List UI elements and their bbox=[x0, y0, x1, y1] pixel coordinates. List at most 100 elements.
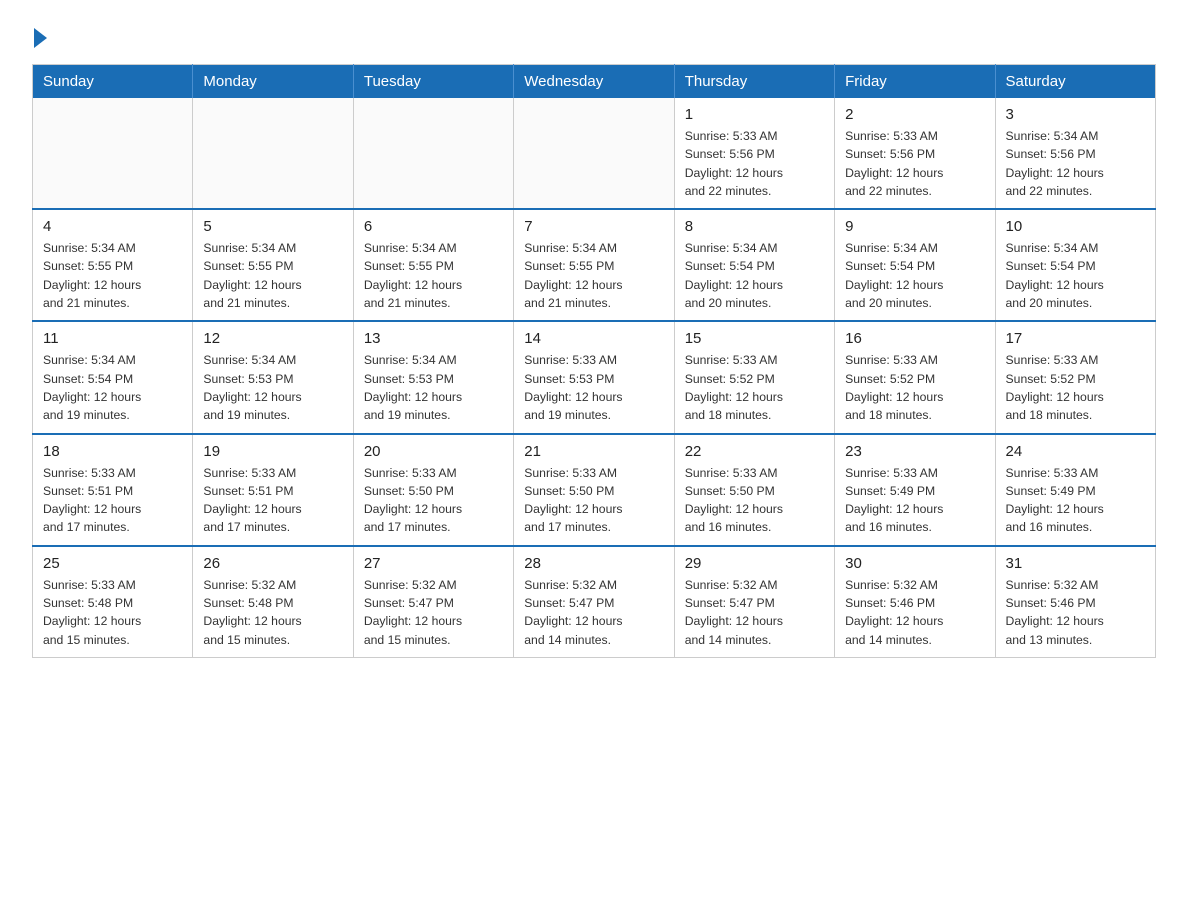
day-info: Sunrise: 5:33 AMSunset: 5:53 PMDaylight:… bbox=[524, 351, 663, 424]
day-info: Sunrise: 5:33 AMSunset: 5:56 PMDaylight:… bbox=[845, 127, 984, 200]
weekday-header-saturday: Saturday bbox=[995, 65, 1155, 99]
calendar-cell bbox=[193, 98, 353, 209]
weekday-header-thursday: Thursday bbox=[674, 65, 834, 99]
calendar-cell: 13 Sunrise: 5:34 AMSunset: 5:53 PMDayligh… bbox=[353, 321, 513, 433]
day-info: Sunrise: 5:34 AMSunset: 5:55 PMDaylight:… bbox=[364, 239, 503, 312]
weekday-header-tuesday: Tuesday bbox=[353, 65, 513, 99]
calendar-cell: 26 Sunrise: 5:32 AMSunset: 5:48 PMDayligh… bbox=[193, 546, 353, 658]
calendar-cell: 9 Sunrise: 5:34 AMSunset: 5:54 PMDaylight… bbox=[835, 209, 995, 321]
calendar-week-row: 18Sunrise: 5:33 AMSunset: 5:51 PMDayligh… bbox=[33, 434, 1156, 546]
calendar-cell: 30 Sunrise: 5:32 AMSunset: 5:46 PMDayligh… bbox=[835, 546, 995, 658]
calendar-cell: 7 Sunrise: 5:34 AMSunset: 5:55 PMDaylight… bbox=[514, 209, 674, 321]
day-number: 16 bbox=[845, 330, 984, 347]
calendar-cell: 22 Sunrise: 5:33 AMSunset: 5:50 PMDayligh… bbox=[674, 434, 834, 546]
calendar-cell bbox=[33, 98, 193, 209]
day-number: 23 bbox=[845, 443, 984, 460]
calendar-table: SundayMondayTuesdayWednesdayThursdayFrid… bbox=[32, 64, 1156, 658]
day-number: 1 bbox=[685, 106, 824, 123]
calendar-week-row: 25 Sunrise: 5:33 AMSunset: 5:48 PMDayligh… bbox=[33, 546, 1156, 658]
calendar-cell: 15 Sunrise: 5:33 AMSunset: 5:52 PMDayligh… bbox=[674, 321, 834, 433]
day-number: 4 bbox=[43, 218, 182, 235]
day-number: 20 bbox=[364, 443, 503, 460]
calendar-cell: 8 Sunrise: 5:34 AMSunset: 5:54 PMDaylight… bbox=[674, 209, 834, 321]
calendar-cell bbox=[514, 98, 674, 209]
day-number: 2 bbox=[845, 106, 984, 123]
calendar-cell bbox=[353, 98, 513, 209]
calendar-cell: 12 Sunrise: 5:34 AMSunset: 5:53 PMDayligh… bbox=[193, 321, 353, 433]
calendar-cell: 24 Sunrise: 5:33 AMSunset: 5:49 PMDayligh… bbox=[995, 434, 1155, 546]
day-info: Sunrise: 5:32 AMSunset: 5:48 PMDaylight:… bbox=[203, 576, 342, 649]
day-number: 15 bbox=[685, 330, 824, 347]
day-number: 21 bbox=[524, 443, 663, 460]
day-info: Sunrise: 5:33 AMSunset: 5:50 PMDaylight:… bbox=[524, 464, 663, 537]
day-number: 11 bbox=[43, 330, 182, 347]
day-info: Sunrise: 5:33 AMSunset: 5:50 PMDaylight:… bbox=[685, 464, 824, 537]
calendar-cell: 31 Sunrise: 5:32 AMSunset: 5:46 PMDayligh… bbox=[995, 546, 1155, 658]
day-number: 24 bbox=[1006, 443, 1145, 460]
day-number: 29 bbox=[685, 555, 824, 572]
day-info: Sunrise: 5:34 AMSunset: 5:54 PMDaylight:… bbox=[43, 351, 182, 424]
calendar-cell: 2 Sunrise: 5:33 AMSunset: 5:56 PMDaylight… bbox=[835, 98, 995, 209]
calendar-cell: 6Sunrise: 5:34 AMSunset: 5:55 PMDaylight… bbox=[353, 209, 513, 321]
day-info: Sunrise: 5:34 AMSunset: 5:53 PMDaylight:… bbox=[203, 351, 342, 424]
day-info: Sunrise: 5:34 AMSunset: 5:54 PMDaylight:… bbox=[1006, 239, 1145, 312]
weekday-header-wednesday: Wednesday bbox=[514, 65, 674, 99]
calendar-cell: 27Sunrise: 5:32 AMSunset: 5:47 PMDayligh… bbox=[353, 546, 513, 658]
calendar-cell: 11 Sunrise: 5:34 AMSunset: 5:54 PMDayligh… bbox=[33, 321, 193, 433]
calendar-cell: 21 Sunrise: 5:33 AMSunset: 5:50 PMDayligh… bbox=[514, 434, 674, 546]
calendar-cell: 28 Sunrise: 5:32 AMSunset: 5:47 PMDayligh… bbox=[514, 546, 674, 658]
logo bbox=[32, 32, 47, 48]
day-number: 30 bbox=[845, 555, 984, 572]
day-info: Sunrise: 5:34 AMSunset: 5:56 PMDaylight:… bbox=[1006, 127, 1145, 200]
day-info: Sunrise: 5:34 AMSunset: 5:54 PMDaylight:… bbox=[685, 239, 824, 312]
day-info: Sunrise: 5:33 AMSunset: 5:49 PMDaylight:… bbox=[845, 464, 984, 537]
day-number: 19 bbox=[203, 443, 342, 460]
day-info: Sunrise: 5:34 AMSunset: 5:53 PMDaylight:… bbox=[364, 351, 503, 424]
day-info: Sunrise: 5:33 AMSunset: 5:52 PMDaylight:… bbox=[685, 351, 824, 424]
calendar-cell: 4 Sunrise: 5:34 AMSunset: 5:55 PMDaylight… bbox=[33, 209, 193, 321]
day-info: Sunrise: 5:34 AMSunset: 5:55 PMDaylight:… bbox=[43, 239, 182, 312]
calendar-cell: 3 Sunrise: 5:34 AMSunset: 5:56 PMDaylight… bbox=[995, 98, 1155, 209]
day-info: Sunrise: 5:34 AMSunset: 5:55 PMDaylight:… bbox=[203, 239, 342, 312]
day-info: Sunrise: 5:32 AMSunset: 5:46 PMDaylight:… bbox=[845, 576, 984, 649]
day-number: 9 bbox=[845, 218, 984, 235]
day-info: Sunrise: 5:32 AMSunset: 5:47 PMDaylight:… bbox=[685, 576, 824, 649]
day-info: Sunrise: 5:32 AMSunset: 5:47 PMDaylight:… bbox=[364, 576, 503, 649]
calendar-week-row: 4 Sunrise: 5:34 AMSunset: 5:55 PMDaylight… bbox=[33, 209, 1156, 321]
day-info: Sunrise: 5:34 AMSunset: 5:54 PMDaylight:… bbox=[845, 239, 984, 312]
logo-triangle-icon bbox=[34, 28, 47, 48]
weekday-header-monday: Monday bbox=[193, 65, 353, 99]
calendar-cell: 19 Sunrise: 5:33 AMSunset: 5:51 PMDayligh… bbox=[193, 434, 353, 546]
weekday-header-sunday: Sunday bbox=[33, 65, 193, 99]
day-info: Sunrise: 5:33 AMSunset: 5:51 PMDaylight:… bbox=[203, 464, 342, 537]
day-number: 8 bbox=[685, 218, 824, 235]
day-info: Sunrise: 5:33 AMSunset: 5:49 PMDaylight:… bbox=[1006, 464, 1145, 537]
day-info: Sunrise: 5:33 AMSunset: 5:48 PMDaylight:… bbox=[43, 576, 182, 649]
day-number: 7 bbox=[524, 218, 663, 235]
day-number: 17 bbox=[1006, 330, 1145, 347]
day-number: 28 bbox=[524, 555, 663, 572]
day-number: 13 bbox=[364, 330, 503, 347]
day-info: Sunrise: 5:32 AMSunset: 5:46 PMDaylight:… bbox=[1006, 576, 1145, 649]
calendar-cell: 17 Sunrise: 5:33 AMSunset: 5:52 PMDayligh… bbox=[995, 321, 1155, 433]
day-number: 31 bbox=[1006, 555, 1145, 572]
calendar-cell: 20Sunrise: 5:33 AMSunset: 5:50 PMDayligh… bbox=[353, 434, 513, 546]
weekday-header-friday: Friday bbox=[835, 65, 995, 99]
day-info: Sunrise: 5:33 AMSunset: 5:56 PMDaylight:… bbox=[685, 127, 824, 200]
weekday-header-row: SundayMondayTuesdayWednesdayThursdayFrid… bbox=[33, 65, 1156, 99]
day-info: Sunrise: 5:32 AMSunset: 5:47 PMDaylight:… bbox=[524, 576, 663, 649]
calendar-cell: 1 Sunrise: 5:33 AMSunset: 5:56 PMDaylight… bbox=[674, 98, 834, 209]
day-number: 14 bbox=[524, 330, 663, 347]
calendar-cell: 5 Sunrise: 5:34 AMSunset: 5:55 PMDaylight… bbox=[193, 209, 353, 321]
day-number: 26 bbox=[203, 555, 342, 572]
day-number: 5 bbox=[203, 218, 342, 235]
day-number: 25 bbox=[43, 555, 182, 572]
day-info: Sunrise: 5:34 AMSunset: 5:55 PMDaylight:… bbox=[524, 239, 663, 312]
calendar-cell: 29 Sunrise: 5:32 AMSunset: 5:47 PMDayligh… bbox=[674, 546, 834, 658]
day-number: 22 bbox=[685, 443, 824, 460]
day-info: Sunrise: 5:33 AMSunset: 5:52 PMDaylight:… bbox=[1006, 351, 1145, 424]
calendar-cell: 18Sunrise: 5:33 AMSunset: 5:51 PMDayligh… bbox=[33, 434, 193, 546]
day-number: 3 bbox=[1006, 106, 1145, 123]
calendar-cell: 25 Sunrise: 5:33 AMSunset: 5:48 PMDayligh… bbox=[33, 546, 193, 658]
day-number: 12 bbox=[203, 330, 342, 347]
